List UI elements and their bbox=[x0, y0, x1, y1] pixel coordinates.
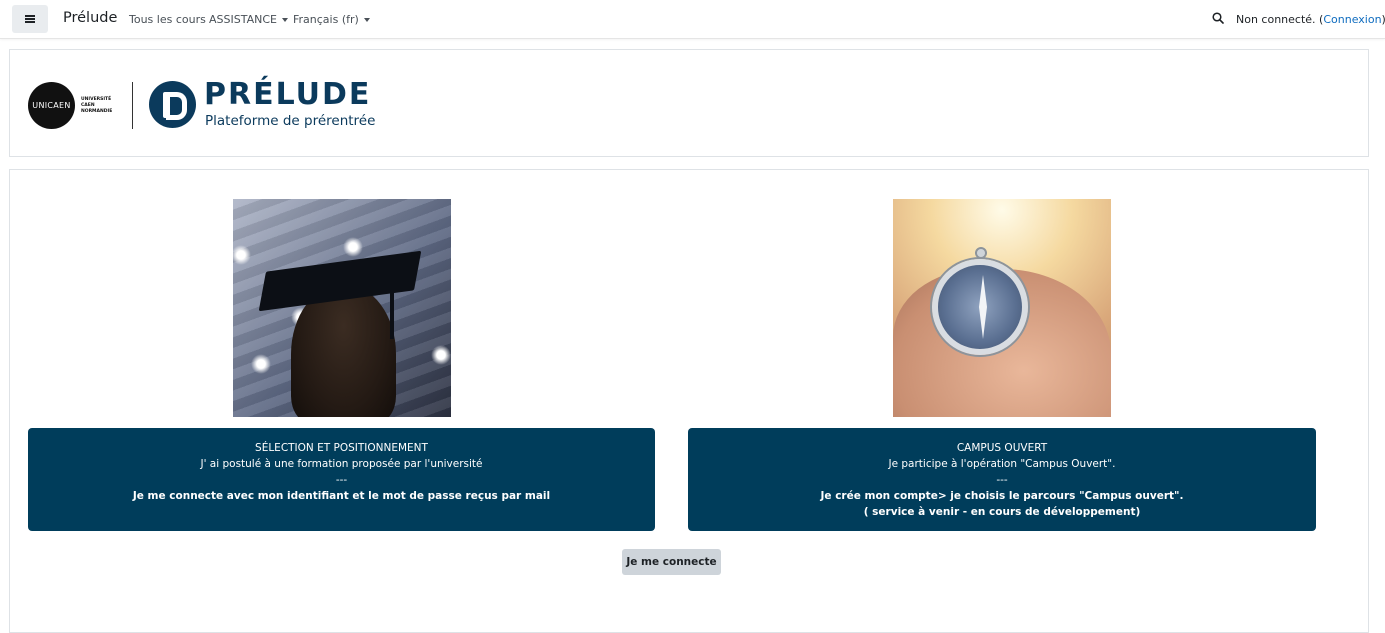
panel-line-note: ( service à venir - en cours de développ… bbox=[863, 506, 1141, 518]
panel-line-strong: Je me connecte avec mon identifiant et l… bbox=[132, 490, 551, 502]
header-card: UNICAEN UNIVERSITÉ CAEN NORMANDIE PRÉLUD… bbox=[9, 49, 1369, 157]
panel-line: J' ai postulé à une formation proposée p… bbox=[200, 458, 483, 470]
unicaen-line-1: UNIVERSITÉ bbox=[81, 96, 112, 102]
top-navbar: Prélude Tous les cours ASSISTANCE França… bbox=[0, 0, 1385, 39]
prelude-title: PRÉLUDE bbox=[204, 77, 372, 112]
compass-photo bbox=[893, 199, 1111, 417]
hamburger-icon bbox=[25, 15, 35, 23]
panel-campus-ouvert[interactable]: CAMPUS OUVERT Je participe à l'opération… bbox=[688, 428, 1316, 531]
panel-line: Je participe à l'opération "Campus Ouver… bbox=[888, 458, 1116, 470]
unicaen-line-3: NORMANDIE bbox=[81, 108, 113, 114]
unicaen-logo: UNICAEN UNIVERSITÉ CAEN NORMANDIE bbox=[28, 82, 112, 129]
panel-separator: --- bbox=[996, 474, 1008, 486]
nav-menu-assistance[interactable]: ASSISTANCE bbox=[209, 13, 288, 26]
caret-down-icon bbox=[363, 18, 370, 22]
panel-line-strong: Je crée mon compte> je choisis le parcou… bbox=[820, 490, 1184, 502]
panel-title: SÉLECTION ET POSITIONNEMENT bbox=[255, 442, 428, 454]
connect-button[interactable]: Je me connecte bbox=[622, 549, 721, 575]
nav-link-label: Français (fr) bbox=[293, 13, 359, 26]
nav-link-label: Tous les cours bbox=[129, 13, 206, 26]
login-status: Non connecté. (Connexion) bbox=[1236, 13, 1385, 26]
unicaen-logo-text: UNIVERSITÉ CAEN NORMANDIE bbox=[81, 97, 112, 115]
login-link[interactable]: Connexion bbox=[1323, 13, 1381, 26]
nav-link-all-courses[interactable]: Tous les cours bbox=[129, 13, 206, 26]
nav-menu-language[interactable]: Français (fr) bbox=[293, 13, 370, 26]
site-brand[interactable]: Prélude bbox=[63, 10, 117, 26]
graduate-photo bbox=[233, 199, 451, 417]
prelude-subtitle: Plateforme de prérentrée bbox=[205, 113, 376, 129]
logo-divider bbox=[132, 82, 133, 129]
panel-separator: --- bbox=[335, 474, 348, 486]
drawer-toggle-button[interactable] bbox=[12, 5, 48, 33]
search-icon[interactable] bbox=[1212, 12, 1224, 24]
panel-title: CAMPUS OUVERT bbox=[956, 442, 1048, 454]
caret-down-icon bbox=[281, 18, 288, 22]
panel-selection-positionnement[interactable]: SÉLECTION ET POSITIONNEMENT J' ai postul… bbox=[28, 428, 655, 531]
unicaen-logo-mark: UNICAEN bbox=[28, 82, 75, 129]
nav-link-label: ASSISTANCE bbox=[209, 13, 277, 26]
prelude-logo-icon bbox=[149, 81, 196, 128]
login-status-close: ) bbox=[1382, 13, 1385, 26]
login-status-text: Non connecté. ( bbox=[1236, 13, 1324, 26]
